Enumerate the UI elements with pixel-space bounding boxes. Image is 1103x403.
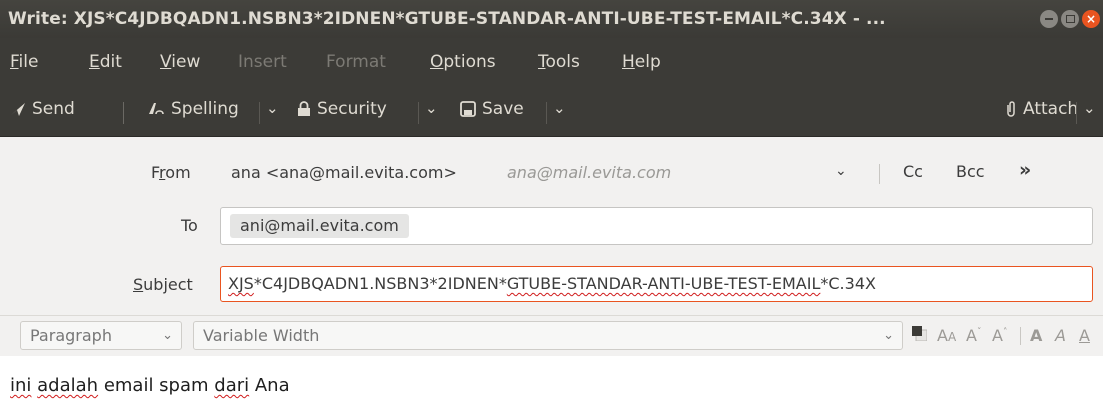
paragraph-format-select[interactable]: Paragraph ⌄ xyxy=(20,321,182,350)
message-body[interactable]: ini adalah email spam dari Ana xyxy=(0,356,1103,403)
to-field[interactable]: ani@mail.evita.com xyxy=(220,207,1093,245)
minimize-button[interactable] xyxy=(1040,10,1058,28)
maximize-icon xyxy=(1065,15,1075,23)
security-label: Security xyxy=(317,99,387,119)
security-button[interactable]: Security xyxy=(297,99,387,119)
menu-tools-mnemonic: T xyxy=(538,52,546,72)
send-button[interactable]: Send xyxy=(10,99,75,119)
subject-text-part: *C.34X xyxy=(820,274,876,293)
body-word: adalah xyxy=(37,375,99,396)
send-label: Send xyxy=(32,99,75,119)
menu-format[interactable]: Format xyxy=(326,52,386,72)
from-label-part: F xyxy=(151,163,160,182)
text-color-icon[interactable] xyxy=(912,326,927,341)
menu-tools[interactable]: Tools xyxy=(538,52,580,72)
italic-icon[interactable]: A xyxy=(1055,326,1066,345)
close-button[interactable]: × xyxy=(1082,10,1100,28)
save-button[interactable]: Save xyxy=(460,99,524,119)
message-body-text: ini adalah email spam dari Ana xyxy=(10,375,290,396)
attach-dropdown-icon[interactable]: ⌄ xyxy=(1083,99,1096,117)
menu-edit[interactable]: Edit xyxy=(89,52,122,72)
toolbar-separator xyxy=(123,102,124,124)
menu-options-mnemonic: O xyxy=(430,52,444,72)
save-icon xyxy=(460,101,476,117)
chevron-down-icon: ⌄ xyxy=(162,328,173,343)
cc-button[interactable]: Cc xyxy=(903,162,923,181)
menu-options-label: ptions xyxy=(443,52,496,72)
underline-icon[interactable]: A xyxy=(1079,326,1090,345)
menu-view-mnemonic: V xyxy=(160,52,172,72)
from-identity[interactable]: ana <ana@mail.evita.com> xyxy=(231,163,457,182)
menu-help-mnemonic: H xyxy=(622,52,635,72)
body-word: Ana xyxy=(249,375,290,396)
more-headers-icon[interactable]: » xyxy=(1019,159,1031,181)
larger-font-icon[interactable]: A˄ xyxy=(992,326,1007,345)
menu-insert[interactable]: Insert xyxy=(238,52,287,72)
body-word: ini xyxy=(10,375,32,396)
to-label: To xyxy=(181,216,198,235)
spelling-icon xyxy=(149,103,164,115)
header-separator xyxy=(879,164,880,184)
subject-label-mnemonic: S xyxy=(133,275,144,294)
attach-label: Attach xyxy=(1023,99,1079,119)
body-word: email spam xyxy=(98,375,215,396)
menu-file-label: ile xyxy=(18,52,39,72)
spelling-dropdown-icon[interactable]: ⌄ xyxy=(266,99,279,117)
save-dropdown-icon[interactable]: ⌄ xyxy=(553,99,566,117)
toolbar-separator xyxy=(418,102,419,124)
menu-view-label: iew xyxy=(171,52,201,72)
spelling-label: Spelling xyxy=(171,99,239,119)
subject-text-part: XJS xyxy=(228,274,254,293)
lock-icon xyxy=(298,101,310,116)
menu-help-label: elp xyxy=(634,52,661,72)
subject-label-part: ubject xyxy=(143,275,193,294)
menu-file-mnemonic: F xyxy=(10,52,19,72)
menu-tools-label: ools xyxy=(545,52,580,72)
font-size-icon[interactable]: AA xyxy=(937,326,956,345)
spelling-button[interactable]: Spelling xyxy=(147,99,239,119)
subject-label: Subject xyxy=(133,275,193,294)
format-toolbar: Paragraph ⌄ Variable Width ⌄ AA Aˇ A˄ A … xyxy=(0,315,1103,356)
subject-text-part: GTUBE-STANDAR-ANTI-UBE-TEST-EMAIL xyxy=(506,274,821,293)
window-titlebar: Write: XJS*C4JDBQADN1.NSBN3*2IDNEN*GTUBE… xyxy=(0,0,1103,38)
menu-edit-label: dit xyxy=(99,52,122,72)
body-word: dari xyxy=(214,375,250,396)
from-label-part: om xyxy=(165,163,191,182)
from-dropdown-icon[interactable]: ⌄ xyxy=(835,163,847,179)
recipient-pill[interactable]: ani@mail.evita.com xyxy=(230,214,409,238)
menu-bar: File Edit View Insert Format Options Too… xyxy=(0,38,1103,88)
toolbar-separator xyxy=(259,102,260,124)
send-icon xyxy=(11,103,25,116)
chevron-down-icon: ⌄ xyxy=(883,328,894,343)
menu-help[interactable]: Help xyxy=(622,52,661,72)
font-select[interactable]: Variable Width ⌄ xyxy=(193,321,903,350)
from-label: From xyxy=(151,163,191,182)
paperclip-icon xyxy=(1007,101,1015,117)
menu-edit-mnemonic: E xyxy=(89,52,100,72)
subject-input[interactable]: XJS*C4JDBQADN1.NSBN3*2IDNEN*GTUBE-STANDA… xyxy=(220,266,1093,302)
menu-file[interactable]: File xyxy=(10,52,38,72)
menu-options[interactable]: Options xyxy=(430,52,496,72)
bold-icon[interactable]: A xyxy=(1030,326,1042,345)
menu-view[interactable]: View xyxy=(160,52,200,72)
toolbar-separator xyxy=(1076,102,1077,124)
bcc-button[interactable]: Bcc xyxy=(956,162,985,181)
window-title: Write: XJS*C4JDBQADN1.NSBN3*2IDNEN*GTUBE… xyxy=(8,9,886,29)
format-separator xyxy=(1020,327,1021,345)
subject-text-part: *C4JDBQADN1.NSBN3*2IDNEN* xyxy=(253,274,507,293)
smaller-font-icon[interactable]: Aˇ xyxy=(966,326,981,345)
save-label: Save xyxy=(482,99,524,119)
address-headers: From ana <ana@mail.evita.com> ana@mail.e… xyxy=(0,137,1103,315)
close-icon: × xyxy=(1085,12,1097,26)
font-value: Variable Width xyxy=(203,326,320,345)
toolbar-separator xyxy=(546,102,547,124)
attach-button[interactable]: Attach xyxy=(1005,99,1078,119)
security-dropdown-icon[interactable]: ⌄ xyxy=(425,99,438,117)
from-address-hint: ana@mail.evita.com xyxy=(507,163,672,182)
paragraph-format-value: Paragraph xyxy=(30,326,112,345)
compose-toolbar: Send Spelling ⌄ Security ⌄ Save ⌄ Attach… xyxy=(0,88,1103,137)
maximize-button[interactable] xyxy=(1061,10,1079,28)
minimize-icon xyxy=(1045,18,1053,20)
